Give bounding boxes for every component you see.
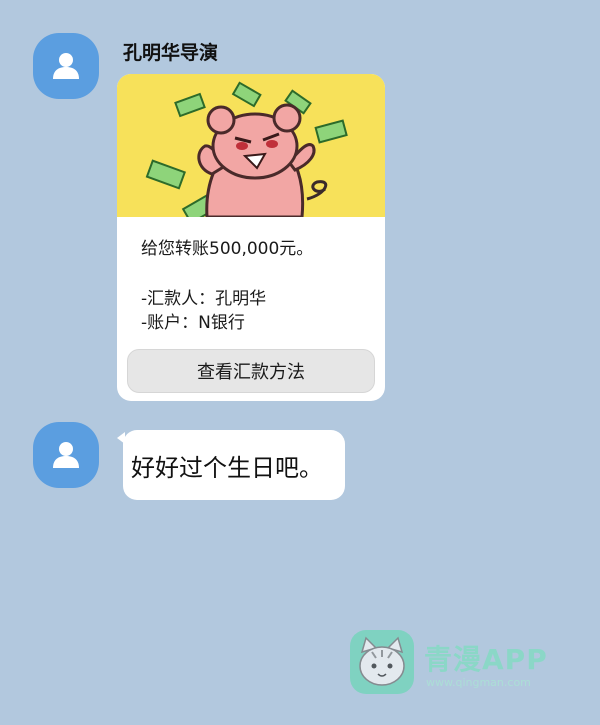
transfer-card[interactable]: 给您转账500,000元。 -汇款人：孔明华 -账户：N银行 查看汇款方法: [117, 74, 385, 401]
sender-name: 孔明华导演: [123, 42, 219, 64]
account-text: -账户：N银行: [141, 313, 245, 333]
sender-avatar-2[interactable]: [33, 422, 99, 488]
app-watermark: 青漫APP www.qingman.com: [350, 630, 560, 700]
cat-logo-icon: [350, 630, 414, 694]
money-mouse-illustration: [145, 81, 348, 225]
message-bubble[interactable]: 好好过个生日吧。: [123, 430, 345, 500]
sender-avatar[interactable]: [33, 33, 99, 99]
card-banner-illustration: [117, 74, 385, 225]
watermark-url: www.qingman.com: [426, 676, 531, 689]
user-icon: [53, 53, 79, 79]
user-icon: [53, 442, 79, 468]
watermark-title: 青漫APP: [424, 643, 548, 676]
remitter-text: -汇款人：孔明华: [141, 289, 267, 309]
transfer-amount-text: 给您转账500,000元。: [141, 239, 314, 259]
view-transfer-method-button[interactable]: 查看汇款方法: [127, 349, 375, 393]
